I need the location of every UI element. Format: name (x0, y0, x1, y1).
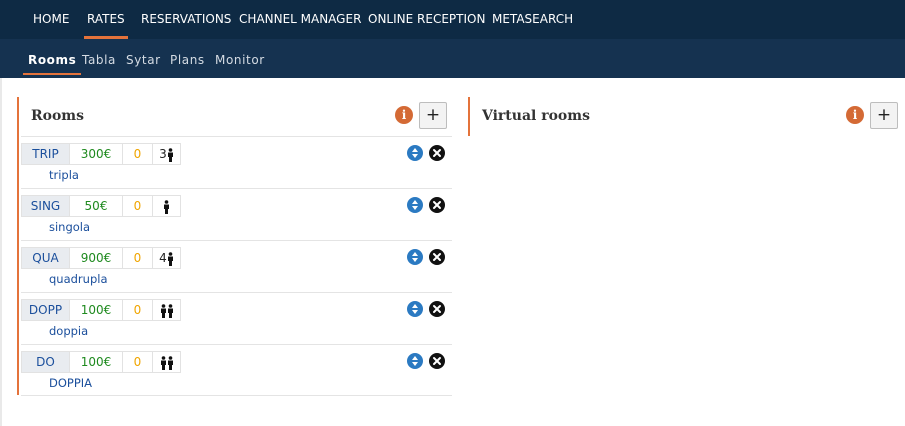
room-row[interactable]: TRIP 300€ 0 3 tripla (21, 136, 452, 188)
sort-icon[interactable] (407, 301, 423, 317)
room-availability: 0 (122, 196, 152, 216)
room-availability: 0 (122, 352, 152, 372)
sort-icon[interactable] (407, 145, 423, 161)
subnav-sytar[interactable]: Sytar (126, 39, 161, 78)
room-chip[interactable]: DOPP 100€ 0 (21, 299, 181, 321)
sort-icon[interactable] (407, 353, 423, 369)
nav-home[interactable]: HOME (33, 0, 69, 39)
room-name[interactable]: singola (49, 220, 90, 234)
room-code: QUA (22, 248, 69, 268)
room-row[interactable]: SING 50€ 0 singola (21, 188, 452, 240)
room-occupancy: 3 (152, 144, 180, 164)
delete-icon[interactable] (429, 197, 445, 213)
room-occupancy (152, 300, 180, 320)
room-price: 100€ (69, 300, 122, 320)
sort-icon[interactable] (407, 197, 423, 213)
room-chip[interactable]: SING 50€ 0 (21, 195, 181, 217)
nav-channel-manager[interactable]: CHANNEL MANAGER (239, 0, 361, 39)
nav-reservations[interactable]: RESERVATIONS (141, 0, 231, 39)
delete-icon[interactable] (429, 353, 445, 369)
nav-online-reception[interactable]: ONLINE RECEPTION (368, 0, 485, 39)
occupancy-number: 4 (159, 251, 167, 265)
room-availability: 0 (122, 300, 152, 320)
room-availability: 0 (122, 144, 152, 164)
room-row[interactable]: DO 100€ 0 DOPPIA (21, 344, 452, 396)
room-occupancy: 4 (152, 248, 180, 268)
room-row[interactable]: DOPP 100€ 0 doppia (21, 292, 452, 344)
sub-navigation: Rooms Tabla Sytar Plans Monitor (0, 39, 905, 78)
person-icon (163, 196, 170, 216)
room-occupancy (152, 196, 180, 216)
subnav-rooms[interactable]: Rooms (22, 39, 82, 78)
person-icon (160, 300, 174, 320)
person-icon (167, 144, 174, 164)
virtual-rooms-panel-accent (468, 97, 470, 136)
delete-icon[interactable] (429, 301, 445, 317)
room-price: 100€ (69, 352, 122, 372)
page-left-border (0, 78, 2, 426)
nav-metasearch[interactable]: METASEARCH (492, 0, 573, 39)
add-virtual-room-button[interactable]: + (870, 102, 898, 129)
subnav-plans[interactable]: Plans (170, 39, 205, 78)
room-availability: 0 (122, 248, 152, 268)
room-chip[interactable]: TRIP 300€ 0 3 (21, 143, 181, 165)
room-chip[interactable]: DO 100€ 0 (21, 351, 181, 373)
room-code: SING (22, 196, 69, 216)
room-name[interactable]: quadrupla (49, 272, 108, 286)
room-price: 50€ (69, 196, 122, 216)
delete-icon[interactable] (429, 145, 445, 161)
room-code: TRIP (22, 144, 69, 164)
nav-rates[interactable]: RATES (84, 0, 128, 39)
top-navigation: HOME RATES RESERVATIONS CHANNEL MANAGER … (0, 0, 905, 39)
room-name[interactable]: doppia (49, 324, 88, 338)
person-icon (167, 248, 174, 268)
person-icon (160, 352, 174, 372)
rooms-panel-title: Rooms (31, 108, 85, 124)
room-row[interactable]: QUA 900€ 0 4 quadrupla (21, 240, 452, 292)
room-chip[interactable]: QUA 900€ 0 4 (21, 247, 181, 269)
subnav-monitor[interactable]: Monitor (215, 39, 265, 78)
info-icon[interactable]: i (846, 106, 864, 124)
sort-icon[interactable] (407, 249, 423, 265)
occupancy-number: 3 (159, 147, 167, 161)
room-code: DO (22, 352, 69, 372)
subnav-tabla[interactable]: Tabla (82, 39, 116, 78)
virtual-rooms-panel-title: Virtual rooms (482, 108, 590, 124)
rooms-panel-accent (17, 97, 19, 395)
room-occupancy (152, 352, 180, 372)
room-price: 900€ (69, 248, 122, 268)
info-icon[interactable]: i (395, 106, 413, 124)
room-name[interactable]: DOPPIA (49, 376, 92, 390)
room-name[interactable]: tripla (49, 168, 79, 182)
add-room-button[interactable]: + (419, 102, 447, 129)
room-price: 300€ (69, 144, 122, 164)
delete-icon[interactable] (429, 249, 445, 265)
room-code: DOPP (22, 300, 69, 320)
